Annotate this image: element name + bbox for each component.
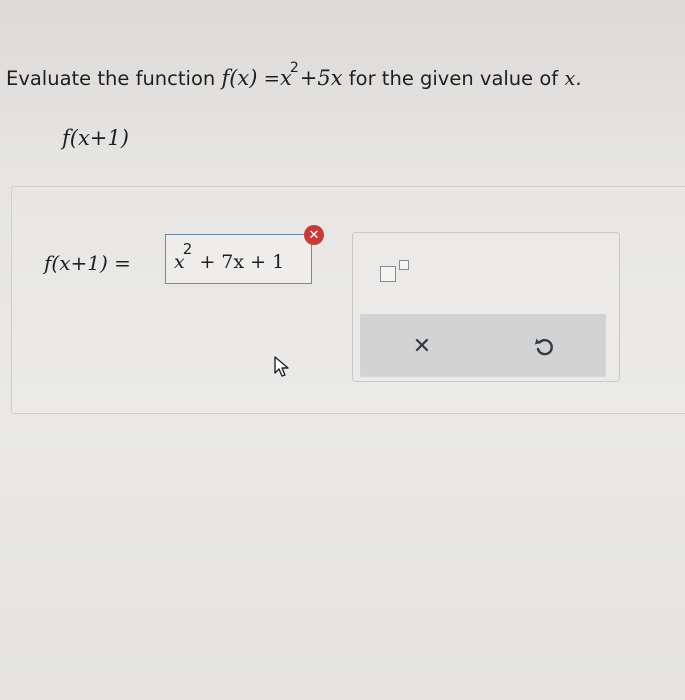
action-bar	[360, 314, 606, 377]
answer-rest: + 7x + 1	[199, 251, 285, 273]
undo-button[interactable]	[531, 333, 557, 359]
prompt-period: .	[575, 67, 582, 90]
prompt-variable: x	[564, 67, 576, 90]
function-name: f(x)	[221, 66, 258, 90]
prompt-text-after: for the given value of	[348, 67, 559, 90]
answer-exponent: 2	[182, 240, 193, 258]
clear-button[interactable]: ✕	[409, 333, 435, 359]
exponent-box	[399, 260, 409, 270]
equals-sign: =	[263, 67, 281, 90]
answer-label: f(x+1) =	[44, 251, 131, 275]
exponent-template-icon[interactable]	[380, 260, 420, 286]
mouse-pointer-icon	[273, 355, 293, 379]
undo-icon	[535, 338, 553, 356]
question-prompt: Evaluate the function f(x) = x 2+5x for th…	[6, 60, 582, 90]
close-icon: ✕	[412, 333, 432, 359]
function-exponent: 2	[289, 60, 299, 76]
answer-value[interactable]: x2 + 7x + 1	[174, 240, 285, 273]
incorrect-icon: ✕	[304, 225, 324, 245]
base-box	[380, 266, 396, 282]
function-rest: +5x	[299, 66, 343, 90]
problem-expression: f(x+1)	[62, 126, 129, 150]
prompt-text-before: Evaluate the function	[6, 67, 216, 90]
